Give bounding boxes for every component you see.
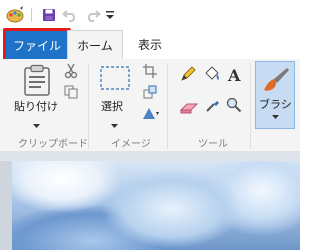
- copy-icon[interactable]: [64, 84, 78, 103]
- tab-view-label: 表示: [137, 38, 162, 52]
- select-label[interactable]: 選択: [101, 98, 123, 114]
- paste-dropdown-icon[interactable]: [33, 114, 40, 133]
- save-icon[interactable]: [40, 6, 58, 24]
- tab-file[interactable]: ファイル: [3, 28, 71, 62]
- select-icon[interactable]: [100, 66, 130, 94]
- cut-icon[interactable]: [64, 63, 78, 83]
- brush-label: ブラシ: [259, 98, 292, 111]
- separator: [250, 63, 251, 149]
- tools-group-label: ツール: [198, 139, 228, 150]
- separator: [29, 6, 33, 24]
- tab-home-label: ホーム: [77, 39, 113, 53]
- select-dropdown-icon[interactable]: [111, 114, 118, 133]
- tab-view[interactable]: 表示: [124, 30, 176, 59]
- separator: [167, 63, 168, 149]
- tab-file-label: ファイル: [12, 38, 61, 53]
- undo-icon[interactable]: [61, 6, 79, 24]
- canvas-background: [0, 151, 300, 161]
- canvas-area[interactable]: [0, 151, 300, 250]
- rotate-icon[interactable]: [142, 105, 160, 124]
- pencil-icon[interactable]: [180, 66, 196, 86]
- brush-button[interactable]: ブラシ: [255, 61, 295, 129]
- brush-dropdown-icon: [272, 115, 279, 119]
- color-picker-icon[interactable]: [205, 97, 221, 117]
- clipboard-group-label: クリップボード: [18, 139, 88, 150]
- magnifier-icon[interactable]: [226, 97, 242, 117]
- redo-icon[interactable]: [84, 6, 102, 24]
- tab-home[interactable]: ホーム: [67, 30, 123, 60]
- resize-icon[interactable]: [143, 84, 157, 103]
- paint-palette-icon[interactable]: [4, 6, 26, 24]
- text-tool-icon[interactable]: A: [228, 66, 240, 85]
- image-group-label: イメージ: [111, 139, 151, 150]
- eraser-icon[interactable]: [179, 99, 199, 118]
- brush-icon: [264, 68, 289, 91]
- fill-icon[interactable]: [203, 66, 221, 86]
- paste-button[interactable]: [22, 64, 52, 96]
- separator: [88, 63, 89, 149]
- crop-icon[interactable]: [143, 63, 157, 82]
- canvas-image[interactable]: [12, 161, 300, 250]
- customize-quick-access-icon[interactable]: [104, 6, 116, 24]
- paste-label[interactable]: 貼り付け: [14, 98, 58, 114]
